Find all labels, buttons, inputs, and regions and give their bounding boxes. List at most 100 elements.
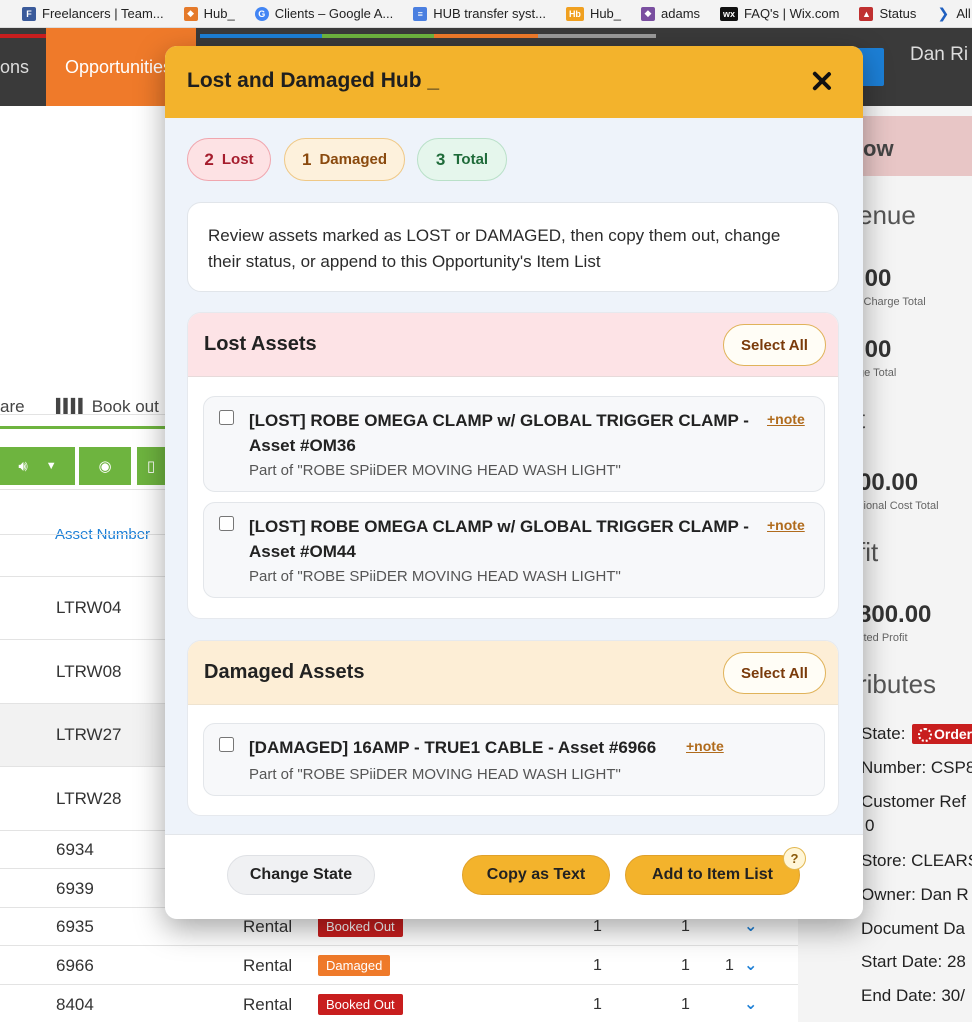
- modal-footer: Change State Copy as Text Add to Item Li…: [165, 834, 863, 919]
- bookmark-3cx[interactable]: ❯All - 3CX: [936, 5, 972, 21]
- table-row-asset: 6935: [56, 917, 94, 936]
- damaged-assets-section: Damaged Assets Select All [DAMAGED] 16AM…: [187, 640, 839, 816]
- barcode-icon: ▌▌▌▌: [56, 399, 87, 415]
- view-button[interactable]: ◉: [79, 447, 131, 485]
- status-badge: Order: [912, 724, 972, 744]
- lost-asset-item: [LOST] ROBE OMEGA CLAMP w/ GLOBAL TRIGGE…: [203, 396, 825, 492]
- table-row-qty: 1: [593, 918, 602, 935]
- profit-label: cted Profit: [858, 632, 908, 644]
- chevron-down-icon[interactable]: ⌄: [744, 955, 757, 975]
- asset-parent: Part of "ROBE SPiiDER MOVING HEAD WASH L…: [249, 766, 621, 783]
- state-label: State:: [861, 724, 906, 743]
- damaged-asset-item: [DAMAGED] 16AMP - TRUE1 CABLE - Asset #6…: [203, 723, 825, 796]
- tablet-icon: ▯: [146, 458, 156, 475]
- freelancer-icon: F: [22, 6, 36, 21]
- header-color-strip: [322, 34, 434, 38]
- bookmark-wix-faq[interactable]: wx FAQ's | Wix.com: [720, 6, 839, 21]
- revenue-heading: enue: [858, 200, 916, 230]
- damaged-section-title: Damaged Assets: [204, 661, 365, 683]
- device-button[interactable]: ▯: [137, 447, 165, 485]
- lost-assets-section: Lost Assets Select All [LOST] ROBE OMEGA…: [187, 312, 839, 619]
- chevron-icon: ❯: [937, 5, 950, 21]
- close-icon[interactable]: [809, 68, 835, 94]
- lost-section-header: Lost Assets Select All: [188, 313, 838, 377]
- bookmarks-bar: F Freelancers | Team... ◆ Hub_ G Clients – …: [0, 0, 972, 28]
- help-icon[interactable]: ?: [783, 847, 806, 870]
- asset-title: [DAMAGED] 16AMP - TRUE1 CABLE - Asset #6…: [249, 738, 657, 757]
- eye-icon: ◉: [98, 458, 112, 475]
- status-badge: Damaged: [318, 955, 391, 976]
- cost-total-value: 00.00: [858, 469, 919, 496]
- status-badge: Booked Out: [318, 916, 403, 937]
- asset-checkbox[interactable]: [219, 516, 234, 531]
- header-color-strip: [538, 34, 656, 38]
- asset-title: [LOST] ROBE OMEGA CLAMP w/ GLOBAL TRIGGE…: [249, 517, 749, 561]
- bookmark-freelancers[interactable]: F Freelancers | Team...: [22, 6, 164, 21]
- status-icon: ▲: [859, 6, 874, 21]
- document-date-label: Document Da: [861, 919, 965, 938]
- bookmark-hub[interactable]: ◆ Hub_: [183, 6, 235, 21]
- lost-asset-item: [LOST] ROBE OMEGA CLAMP w/ GLOBAL TRIGGE…: [203, 502, 825, 598]
- tab-underline: [0, 426, 170, 429]
- table-row-asset: LTRW28: [56, 789, 122, 808]
- table-row-qty: 1: [681, 996, 690, 1013]
- table-row-asset: 6966: [56, 956, 94, 975]
- copy-as-text-button[interactable]: Copy as Text: [462, 855, 610, 895]
- total-label: ge Total: [858, 367, 897, 379]
- bookmark-clients[interactable]: G Clients – Google A...: [254, 6, 393, 21]
- table-row-asset: 8404: [56, 995, 94, 1014]
- change-state-button[interactable]: Change State: [227, 855, 375, 895]
- start-date-label: Start Date: 28: [861, 952, 966, 971]
- hub-icon: ◆: [183, 6, 198, 21]
- add-to-item-list-button[interactable]: Add to Item List: [625, 855, 800, 895]
- google-icon: G: [254, 6, 269, 21]
- add-note-link[interactable]: +note: [767, 517, 805, 533]
- add-note-link[interactable]: +note: [686, 738, 724, 754]
- select-all-lost-button[interactable]: Select All: [723, 324, 826, 366]
- total-value: .00: [858, 336, 892, 363]
- end-date-label: End Date: 30/: [861, 986, 965, 1005]
- chevron-down-icon[interactable]: ⌄: [744, 994, 757, 1014]
- tab-partial[interactable]: are: [0, 392, 25, 422]
- row-divider: [0, 945, 798, 946]
- lost-count-badge: 2 Lost: [187, 138, 271, 181]
- profit-value: 800.00: [858, 601, 932, 628]
- row-divider: [0, 984, 798, 985]
- charge-total-label: l Charge Total: [858, 296, 926, 308]
- bookmark-hub-2[interactable]: Hb Hub_: [565, 6, 621, 21]
- user-name[interactable]: Dan Ri: [910, 44, 972, 66]
- store-label: Store: CLEARS: [861, 851, 972, 870]
- owner-label: Owner: Dan R: [861, 885, 969, 904]
- cost-total-label: sional Cost Total: [858, 500, 939, 512]
- add-note-link[interactable]: +note: [767, 411, 805, 427]
- table-row-qty: 1: [681, 957, 690, 974]
- bookmark-hub-transfer[interactable]: ≡ HUB transfer syst...: [413, 6, 546, 21]
- speaker-icon: 🔊︎: [18, 457, 28, 475]
- table-row-qty: 1: [593, 996, 602, 1013]
- table-row-asset: LTRW04: [56, 598, 122, 617]
- select-all-damaged-button[interactable]: Select All: [723, 652, 826, 694]
- asset-checkbox[interactable]: [219, 410, 234, 425]
- header-color-strip: [434, 34, 538, 38]
- asset-title: [LOST] ROBE OMEGA CLAMP w/ GLOBAL TRIGGE…: [249, 411, 749, 455]
- bookmark-adams[interactable]: ◆ adams: [641, 6, 700, 21]
- number-label: Number: CSP8: [861, 758, 972, 777]
- charge-total-value: .00: [858, 265, 892, 292]
- asset-checkbox[interactable]: [219, 737, 234, 752]
- attributes-heading: ributes: [858, 669, 937, 699]
- lost-damaged-modal: Lost and Damaged Hub _ 2 Lost 1 Damaged …: [165, 46, 863, 919]
- chevron-down-icon[interactable]: ⌄: [744, 916, 757, 936]
- hub-logo-icon: Hb: [565, 6, 584, 21]
- header-color-strip: [200, 34, 322, 38]
- nav-tab-partial[interactable]: ons: [0, 28, 46, 106]
- table-row-asset: 6934: [56, 840, 94, 859]
- table-row-type: Rental: [243, 995, 293, 1014]
- customer-ref-label: Customer Ref: [861, 792, 966, 811]
- bookmark-status[interactable]: ▲ Status: [859, 6, 916, 21]
- wix-icon: wx: [720, 6, 739, 21]
- customer-ref-value: 0: [865, 816, 875, 835]
- audio-dropdown-button[interactable]: 🔊︎ ▼: [0, 447, 75, 485]
- caret-down-icon: ▼: [45, 460, 57, 472]
- tab-book-out[interactable]: ▌▌▌▌ Book out: [56, 392, 159, 422]
- intro-text: Review assets marked as LOST or DAMAGED,…: [187, 202, 839, 292]
